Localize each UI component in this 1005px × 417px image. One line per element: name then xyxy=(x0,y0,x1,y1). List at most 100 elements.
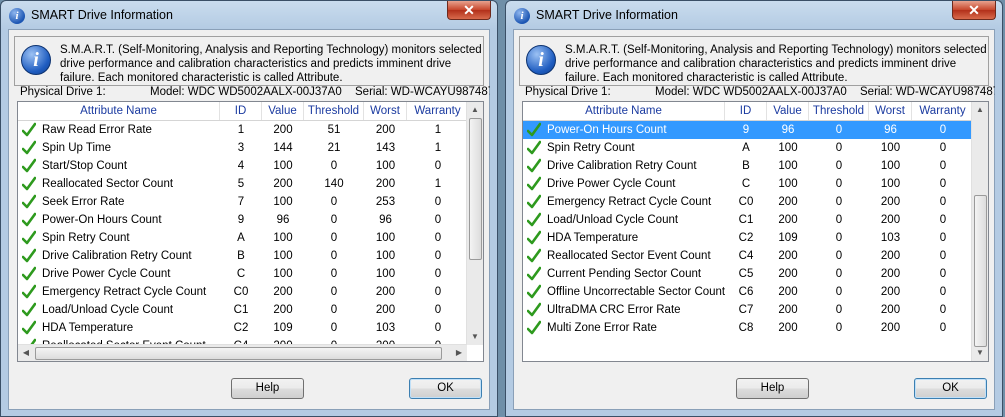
table-row[interactable]: Emergency Retract Cycle Count C0 200 0 200 0 xyxy=(18,283,469,301)
client-area: i S.M.A.R.T. (Self-Monitoring, Analysis a… xyxy=(513,29,995,410)
column-header-threshold[interactable]: Threshold xyxy=(809,102,869,120)
cell-id: C1 xyxy=(738,214,754,226)
close-button[interactable]: ✕ xyxy=(447,1,491,20)
scroll-thumb[interactable] xyxy=(974,195,987,347)
vertical-scrollbar[interactable]: ▲ ▼ xyxy=(466,102,483,345)
help-button[interactable]: Help xyxy=(231,378,304,399)
cell-name: Start/Stop Count xyxy=(42,160,128,172)
column-header-id[interactable]: ID xyxy=(220,102,262,120)
cell-worst: 100 xyxy=(375,160,396,172)
table-row[interactable]: Drive Calibration Retry Count B 100 0 100 0 xyxy=(523,157,974,175)
column-header-worst[interactable]: Worst xyxy=(869,102,912,120)
table-row[interactable]: Load/Unload Cycle Count C1 200 0 200 0 xyxy=(523,211,974,229)
table-row[interactable]: Spin Retry Count A 100 0 100 0 xyxy=(18,229,469,247)
column-header-threshold[interactable]: Threshold xyxy=(304,102,364,120)
horizontal-scroll-thumb[interactable] xyxy=(35,347,442,360)
table-row[interactable]: Offline Uncorrectable Sector Count C6 200 0… xyxy=(523,283,974,301)
cell-id: 1 xyxy=(237,124,245,136)
cell-id: C2 xyxy=(233,322,249,334)
cell-threshold: 0 xyxy=(330,250,338,262)
scroll-left-arrow-icon[interactable]: ◀ xyxy=(18,345,34,361)
vertical-scrollbar[interactable]: ▲ ▼ xyxy=(971,102,988,361)
smart-window-right: i SMART Drive Information ✕ i S.M.A.R.T. (Se… xyxy=(505,0,1003,417)
ok-button[interactable]: OK xyxy=(914,378,987,399)
cell-value: 200 xyxy=(778,268,798,280)
scroll-right-arrow-icon[interactable]: ▶ xyxy=(451,345,467,361)
cell-name: Reallocated Sector Count xyxy=(42,178,174,190)
cell-value: 200 xyxy=(273,304,293,316)
attribute-list[interactable]: Attribute Name ID Value Threshold Worst Warra… xyxy=(522,101,989,362)
cell-id: C2 xyxy=(738,232,754,244)
table-row[interactable]: Spin Retry Count A 100 0 100 0 xyxy=(523,139,974,157)
cell-threshold: 0 xyxy=(835,214,843,226)
scroll-up-arrow-icon[interactable]: ▲ xyxy=(972,102,988,118)
table-row[interactable]: Power-On Hours Count 9 96 0 96 0 xyxy=(523,121,974,139)
ok-button[interactable]: OK xyxy=(409,378,482,399)
scroll-down-arrow-icon[interactable]: ▼ xyxy=(467,329,483,345)
table-row[interactable]: Reallocated Sector Count 5 200 140 200 1 xyxy=(18,175,469,193)
info-icon: i xyxy=(21,45,51,75)
cell-value: 96 xyxy=(276,214,290,226)
scroll-down-arrow-icon[interactable]: ▼ xyxy=(972,345,988,361)
table-row[interactable]: Spin Up Time 3 144 21 143 1 xyxy=(18,139,469,157)
table-row[interactable]: Drive Calibration Retry Count B 100 0 100 0 xyxy=(18,247,469,265)
cell-threshold: 0 xyxy=(330,268,338,280)
attribute-list[interactable]: Attribute Name ID Value Threshold Worst Warra… xyxy=(17,101,484,362)
cell-value: 200 xyxy=(273,124,293,136)
column-header-name[interactable]: Attribute Name xyxy=(523,102,725,120)
cell-worst: 200 xyxy=(880,214,901,226)
cell-threshold: 0 xyxy=(835,304,843,316)
checkmark-icon xyxy=(21,139,37,157)
table-row[interactable]: Raw Read Error Rate 1 200 51 200 1 xyxy=(18,121,469,139)
cell-worst: 200 xyxy=(880,250,901,262)
checkmark-icon xyxy=(21,319,37,337)
info-text: S.M.A.R.T. (Self-Monitoring, Analysis an… xyxy=(565,44,987,84)
help-button[interactable]: Help xyxy=(736,378,809,399)
column-header-warranty[interactable]: Warranty xyxy=(407,102,469,120)
table-row[interactable]: Load/Unload Cycle Count C1 200 0 200 0 xyxy=(18,301,469,319)
cell-warranty: 0 xyxy=(939,196,947,208)
cell-id: B xyxy=(742,160,750,172)
table-row[interactable]: Reallocated Sector Event Count C4 200 0 200 0 xyxy=(523,247,974,265)
cell-worst: 100 xyxy=(880,178,901,190)
client-area: i S.M.A.R.T. (Self-Monitoring, Analysis a… xyxy=(8,29,490,410)
cell-warranty: 0 xyxy=(434,196,442,208)
cell-warranty: 1 xyxy=(434,178,442,190)
cell-worst: 100 xyxy=(375,268,396,280)
column-header-value[interactable]: Value xyxy=(767,102,809,120)
cell-warranty: 0 xyxy=(434,214,442,226)
cell-warranty: 0 xyxy=(939,250,947,262)
column-header-worst[interactable]: Worst xyxy=(364,102,407,120)
checkmark-icon xyxy=(21,283,37,301)
table-row[interactable]: Power-On Hours Count 9 96 0 96 0 xyxy=(18,211,469,229)
column-header-id[interactable]: ID xyxy=(725,102,767,120)
table-row[interactable]: Seek Error Rate 7 100 0 253 0 xyxy=(18,193,469,211)
cell-value: 109 xyxy=(778,232,798,244)
close-button[interactable]: ✕ xyxy=(952,1,996,20)
table-row[interactable]: Drive Power Cycle Count C 100 0 100 0 xyxy=(523,175,974,193)
table-row[interactable]: Emergency Retract Cycle Count C0 200 0 200 0 xyxy=(523,193,974,211)
scroll-thumb[interactable] xyxy=(469,118,482,260)
cell-threshold: 51 xyxy=(327,124,341,136)
cell-name: Drive Power Cycle Count xyxy=(547,178,676,190)
scroll-up-arrow-icon[interactable]: ▲ xyxy=(467,102,483,118)
table-row[interactable]: UltraDMA CRC Error Rate C7 200 0 200 0 xyxy=(523,301,974,319)
table-row[interactable]: Multi Zone Error Rate C8 200 0 200 0 xyxy=(523,319,974,337)
table-row[interactable]: HDA Temperature C2 109 0 103 0 xyxy=(18,319,469,337)
table-row[interactable]: Drive Power Cycle Count C 100 0 100 0 xyxy=(18,265,469,283)
checkmark-icon xyxy=(21,175,37,193)
column-header-warranty[interactable]: Warranty xyxy=(912,102,974,120)
drive-info-line: Physical Drive 1: Model: WDC WD5002AALX-0… xyxy=(525,86,995,100)
cell-worst: 200 xyxy=(375,124,396,136)
cell-warranty: 0 xyxy=(939,232,947,244)
column-header-name[interactable]: Attribute Name xyxy=(18,102,220,120)
horizontal-scrollbar[interactable]: ◀ ▶ xyxy=(18,344,467,361)
table-row[interactable]: Start/Stop Count 4 100 0 100 0 xyxy=(18,157,469,175)
cell-worst: 96 xyxy=(379,214,392,226)
checkmark-icon xyxy=(526,247,542,265)
cell-worst: 200 xyxy=(880,196,901,208)
column-header-value[interactable]: Value xyxy=(262,102,304,120)
table-row[interactable]: HDA Temperature C2 109 0 103 0 xyxy=(523,229,974,247)
cell-worst: 200 xyxy=(375,304,396,316)
table-row[interactable]: Current Pending Sector Count C5 200 0 200 0 xyxy=(523,265,974,283)
